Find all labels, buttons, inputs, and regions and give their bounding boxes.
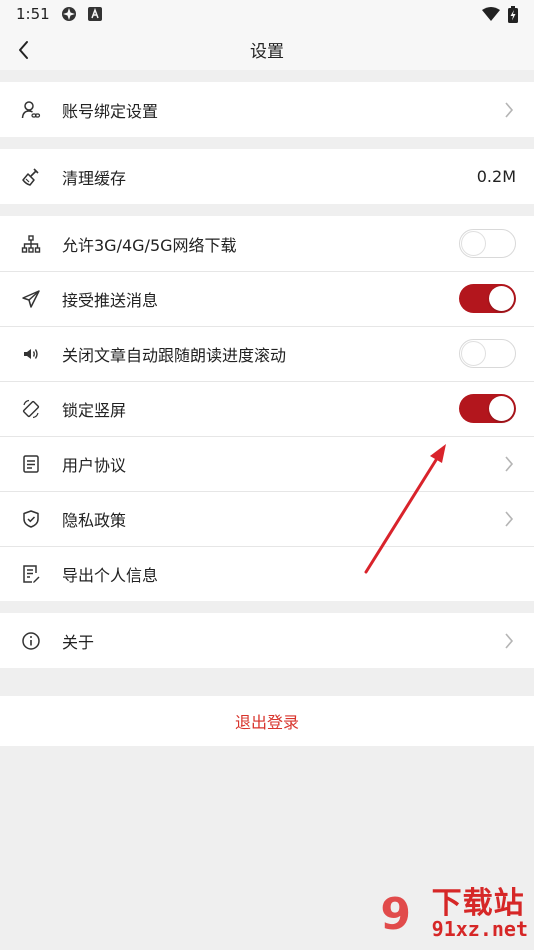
broom-icon bbox=[20, 166, 42, 188]
export-info-label: 导出个人信息 bbox=[62, 565, 159, 585]
network-download-toggle[interactable] bbox=[459, 229, 516, 258]
network-download-row: 允许3G/4G/5G网络下载 bbox=[0, 216, 534, 271]
screen-rotation-icon bbox=[20, 398, 42, 420]
account-binding-label: 账号绑定设置 bbox=[62, 101, 159, 121]
chevron-right-icon bbox=[505, 510, 514, 527]
auto-scroll-label: 关闭文章自动跟随朗读进度滚动 bbox=[62, 345, 287, 365]
info-icon bbox=[20, 630, 42, 652]
watermark-brand: 下载站 bbox=[431, 886, 525, 921]
settings-group: 允许3G/4G/5G网络下载 接受推送消息 关闭文章自动跟随朗读进度滚动 锁定竖… bbox=[0, 216, 534, 601]
back-arrow-icon[interactable] bbox=[10, 36, 38, 64]
app-notification-icon bbox=[61, 7, 76, 21]
account-group: 账号绑定设置 bbox=[0, 82, 534, 137]
status-bar: 1:51 bbox=[0, 0, 534, 28]
paper-plane-icon bbox=[20, 288, 42, 310]
auto-scroll-toggle[interactable] bbox=[459, 339, 516, 368]
chevron-right-icon bbox=[505, 455, 514, 472]
document-edit-icon bbox=[20, 563, 42, 585]
about-row[interactable]: 关于 bbox=[0, 613, 534, 668]
push-message-label: 接受推送消息 bbox=[62, 290, 159, 310]
privacy-policy-row[interactable]: 隐私政策 bbox=[0, 491, 534, 546]
shield-check-icon bbox=[20, 508, 42, 530]
document-icon bbox=[20, 453, 42, 475]
nav-bar: 设置 bbox=[0, 28, 534, 70]
logout-button[interactable]: 退出登录 bbox=[0, 696, 534, 746]
about-group: 关于 bbox=[0, 613, 534, 668]
push-message-toggle[interactable] bbox=[459, 284, 516, 313]
account-binding-row[interactable]: 账号绑定设置 bbox=[0, 82, 534, 137]
cache-group: 清理缓存 0.2M bbox=[0, 149, 534, 204]
status-time: 1:51 bbox=[16, 5, 50, 23]
chevron-right-icon bbox=[505, 101, 514, 118]
push-message-row: 接受推送消息 bbox=[0, 271, 534, 326]
network-hierarchy-icon bbox=[20, 233, 42, 255]
lock-portrait-row: 锁定竖屏 bbox=[0, 381, 534, 436]
user-agreement-label: 用户协议 bbox=[62, 455, 127, 475]
clear-cache-row[interactable]: 清理缓存 0.2M bbox=[0, 149, 534, 204]
user-agreement-row[interactable]: 用户协议 bbox=[0, 436, 534, 491]
cache-size-value: 0.2M bbox=[476, 167, 516, 186]
about-label: 关于 bbox=[62, 632, 95, 652]
privacy-policy-label: 隐私政策 bbox=[62, 510, 127, 530]
export-info-row[interactable]: 导出个人信息 bbox=[0, 546, 534, 601]
wifi-icon bbox=[482, 7, 500, 21]
lock-portrait-toggle[interactable] bbox=[459, 394, 516, 423]
lock-portrait-label: 锁定竖屏 bbox=[62, 400, 127, 420]
user-link-icon bbox=[20, 99, 42, 121]
watermark-logo-icon: 9 bbox=[380, 888, 411, 940]
speaker-icon bbox=[20, 343, 42, 365]
auto-scroll-row: 关闭文章自动跟随朗读进度滚动 bbox=[0, 326, 534, 381]
battery-charging-icon bbox=[508, 5, 518, 23]
chevron-right-icon bbox=[505, 632, 514, 649]
watermark: 9 下载站 91xz.net bbox=[364, 882, 528, 946]
clear-cache-label: 清理缓存 bbox=[62, 168, 127, 188]
network-download-label: 允许3G/4G/5G网络下载 bbox=[62, 235, 237, 255]
a-notification-icon bbox=[87, 7, 102, 21]
page-title: 设置 bbox=[250, 41, 284, 62]
watermark-url: 91xz.net bbox=[431, 917, 528, 941]
